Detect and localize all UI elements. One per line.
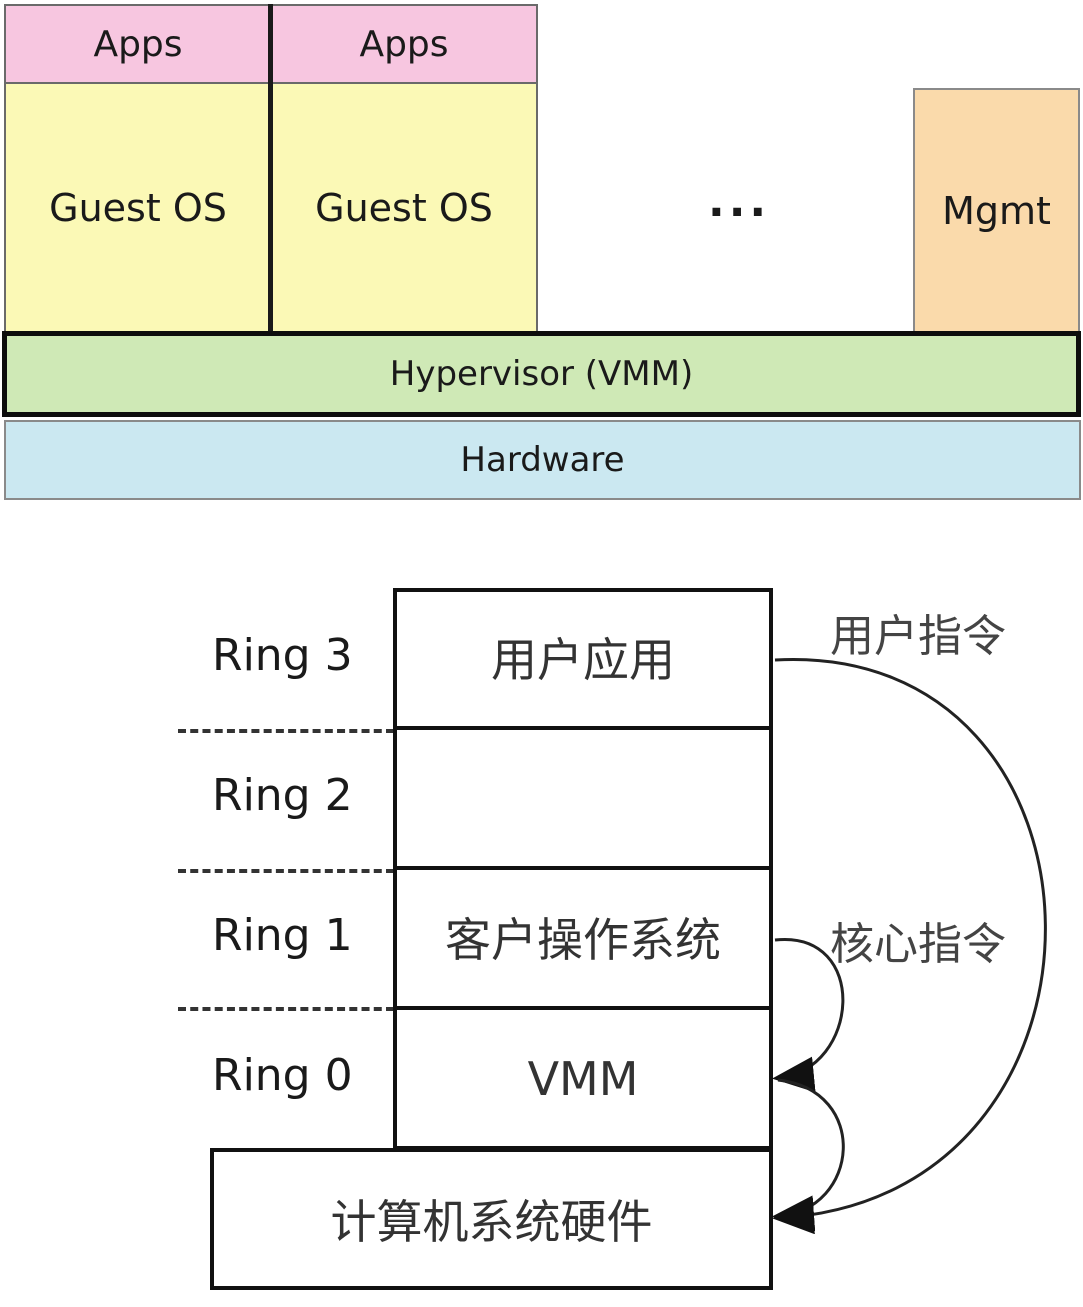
kernel-instruction-arrow (772, 938, 845, 1093)
instruction-arrows (772, 658, 1047, 1235)
user-instruction-arrow (772, 658, 1047, 1235)
vmm-to-hardware-arrow (772, 1078, 845, 1232)
